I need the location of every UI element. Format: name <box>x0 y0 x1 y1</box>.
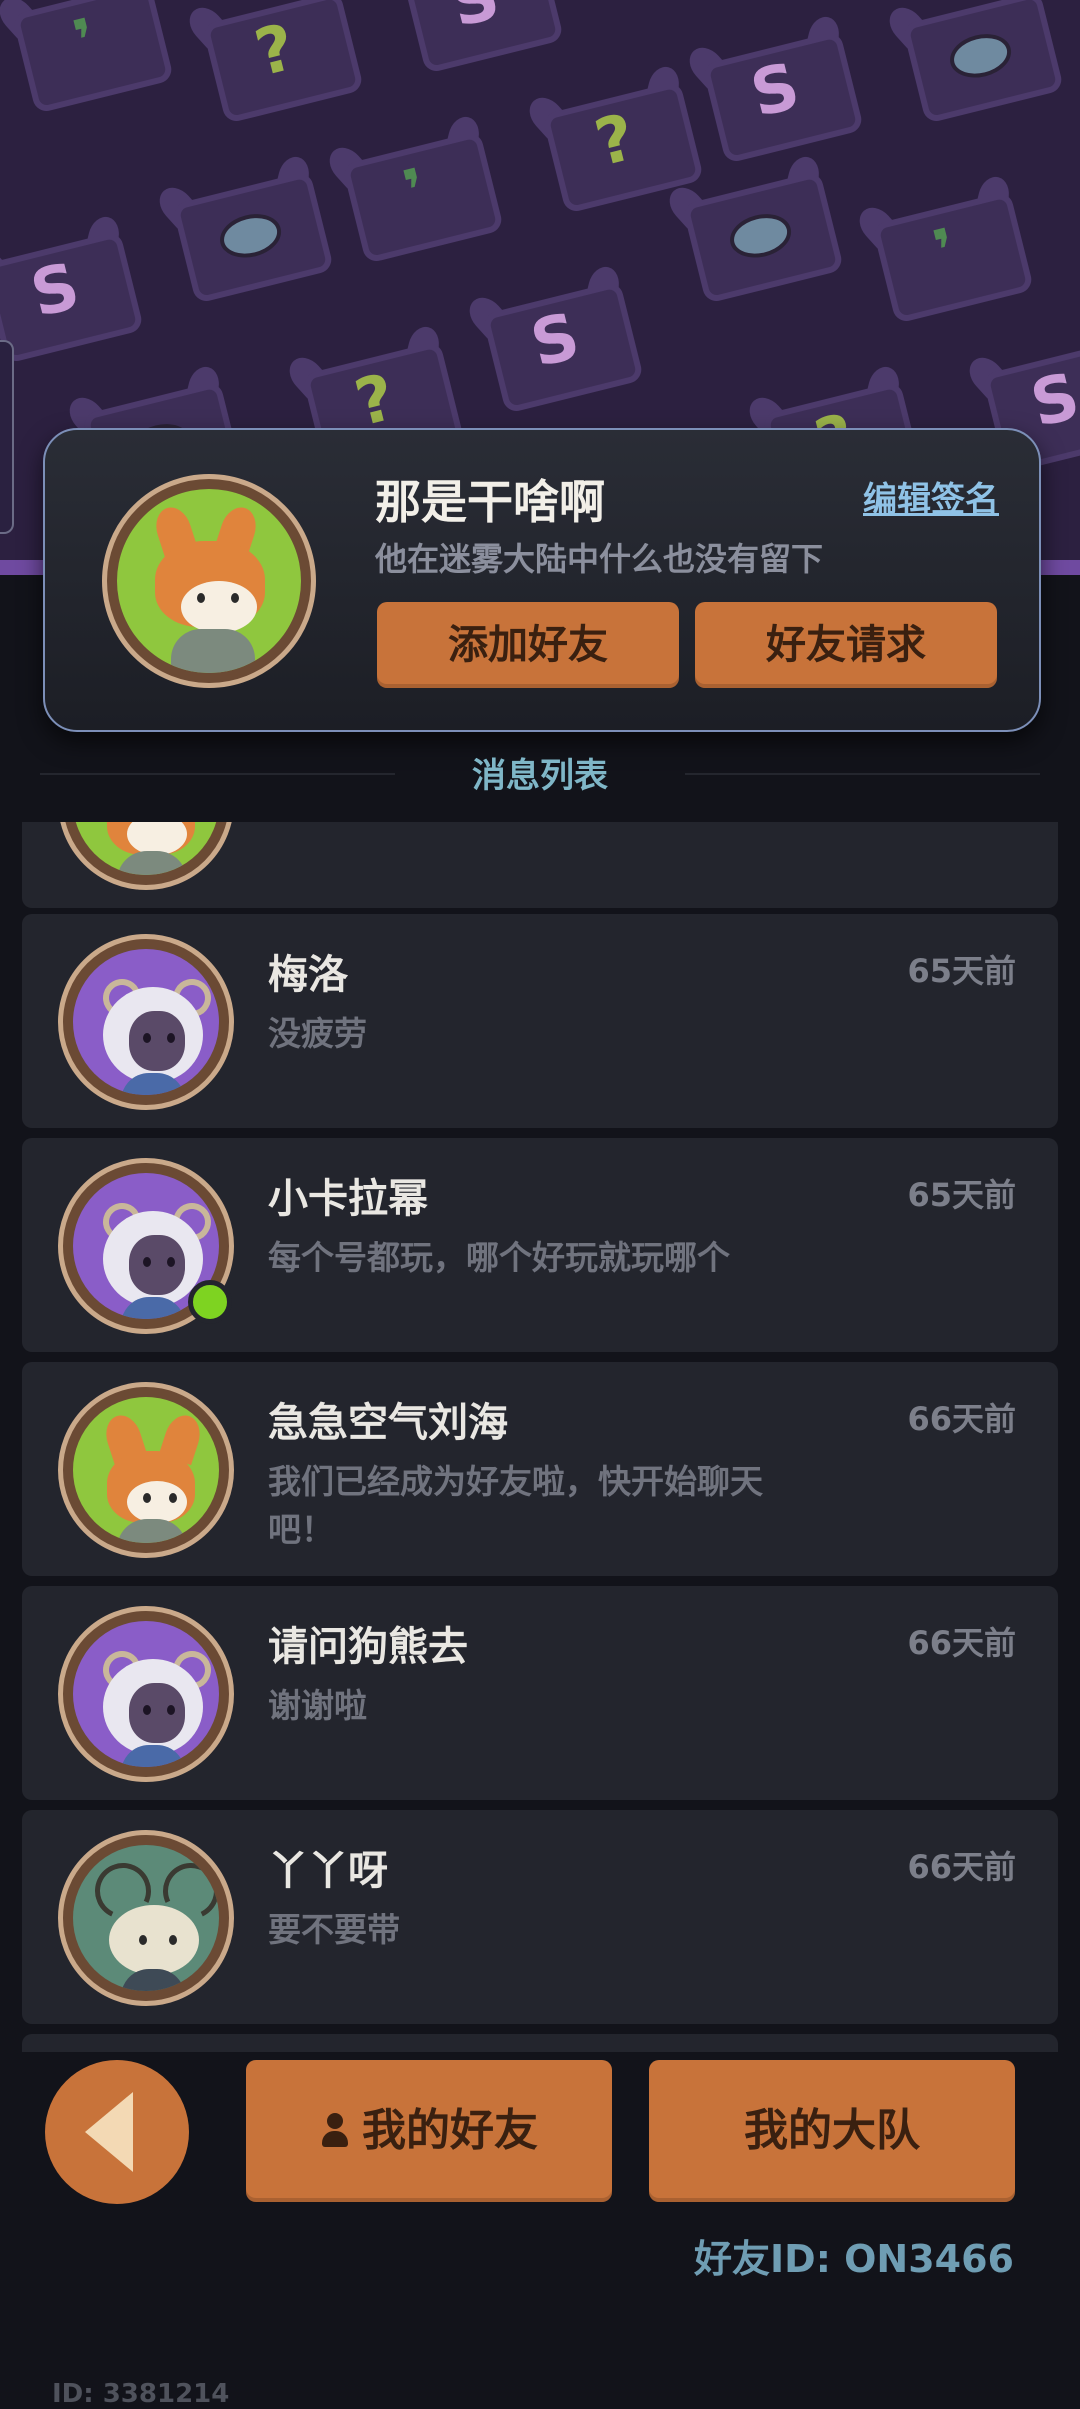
profile-bio: 他在迷雾大陆中什么也没有留下 <box>375 540 824 578</box>
message-list[interactable]: 好的 梅洛 65天前 没疲劳 <box>0 822 1080 2052</box>
contact-name: 请问狗熊去 <box>268 1624 468 1670</box>
banner-pattern-tile: S <box>0 213 145 367</box>
message-time: 65天前 <box>907 1176 1016 1214</box>
message-time: 66天前 <box>907 1848 1016 1886</box>
message-list-item[interactable]: 好的 <box>22 822 1058 908</box>
message-preview: 没疲劳 <box>268 1014 367 1053</box>
message-list-item[interactable]: 丫丫呀 66天前 要不要带 <box>22 1810 1058 2024</box>
my-team-button[interactable]: 我的大队 <box>649 2060 1015 2202</box>
edit-signature-link[interactable]: 编辑签名 <box>863 472 999 521</box>
back-arrow-icon <box>85 2092 133 2172</box>
message-list-item[interactable]: 请问狗熊去 66天前 谢谢啦 <box>22 1586 1058 1800</box>
message-list-item[interactable] <box>22 2034 1058 2052</box>
message-time: 66天前 <box>907 1624 1016 1662</box>
banner-pattern-tile: S <box>382 0 565 76</box>
sheep-avatar-icon <box>58 1606 234 1782</box>
side-drawer-handle[interactable] <box>0 340 14 534</box>
fox-avatar-icon[interactable] <box>102 474 316 688</box>
message-time: 66天前 <box>907 1400 1016 1438</box>
my-friends-button[interactable]: 我的好友 <box>246 2060 612 2202</box>
profile-card: 那是干啥啊 编辑签名 他在迷雾大陆中什么也没有留下 添加好友 好友请求 <box>43 428 1041 732</box>
fox-avatar-icon <box>58 822 234 890</box>
message-list-item[interactable]: 小卡拉幂 65天前 每个号都玩，哪个好玩就玩哪个 <box>22 1138 1058 1352</box>
back-button[interactable] <box>45 2060 189 2204</box>
banner-pattern-tile: S <box>462 263 645 417</box>
message-preview: 我们已经成为好友啦，快开始聊天吧！ <box>268 1462 763 1549</box>
banner-pattern-tile: ❜ <box>0 0 175 116</box>
user-id: ID: 3381214 <box>52 2379 230 2409</box>
banner-pattern-tile <box>152 153 335 307</box>
message-list-item[interactable]: 急急空气刘海 66天前 我们已经成为好友啦，快开始聊天吧！ <box>22 1362 1058 1576</box>
online-status-icon <box>188 1280 232 1324</box>
banner-pattern-tile: S <box>682 13 865 167</box>
divider <box>685 773 1040 775</box>
add-friend-button[interactable]: 添加好友 <box>377 602 679 688</box>
contact-name: 小卡拉幂 <box>268 1176 428 1222</box>
friend-id: 好友ID: ON3466 <box>694 2237 1014 2281</box>
message-list-item[interactable]: 梅洛 65天前 没疲劳 <box>22 914 1058 1128</box>
banner-pattern-tile: ❜ <box>852 173 1035 327</box>
cat-avatar-icon <box>58 1830 234 2006</box>
banner-pattern-tile: ❜ <box>322 113 505 267</box>
fox-avatar-icon <box>58 1382 234 1558</box>
banner-pattern-tile: ? <box>182 0 365 126</box>
banner-pattern-tile <box>882 0 1065 126</box>
contact-name: 丫丫呀 <box>268 1848 388 1894</box>
friend-request-button[interactable]: 好友请求 <box>695 602 997 688</box>
message-preview: 谢谢啦 <box>268 1686 367 1725</box>
profile-name: 那是干啥啊 <box>375 475 605 529</box>
my-friends-label: 我的好友 <box>362 2105 538 2156</box>
sheep-avatar-icon <box>58 934 234 1110</box>
contact-name: 梅洛 <box>268 952 348 998</box>
message-preview: 要不要带 <box>268 1910 400 1949</box>
message-time: 65天前 <box>907 952 1016 990</box>
person-icon <box>320 2113 350 2149</box>
contact-name: 急急空气刘海 <box>268 1400 508 1446</box>
message-preview: 每个号都玩，哪个好玩就玩哪个 <box>268 1238 730 1277</box>
